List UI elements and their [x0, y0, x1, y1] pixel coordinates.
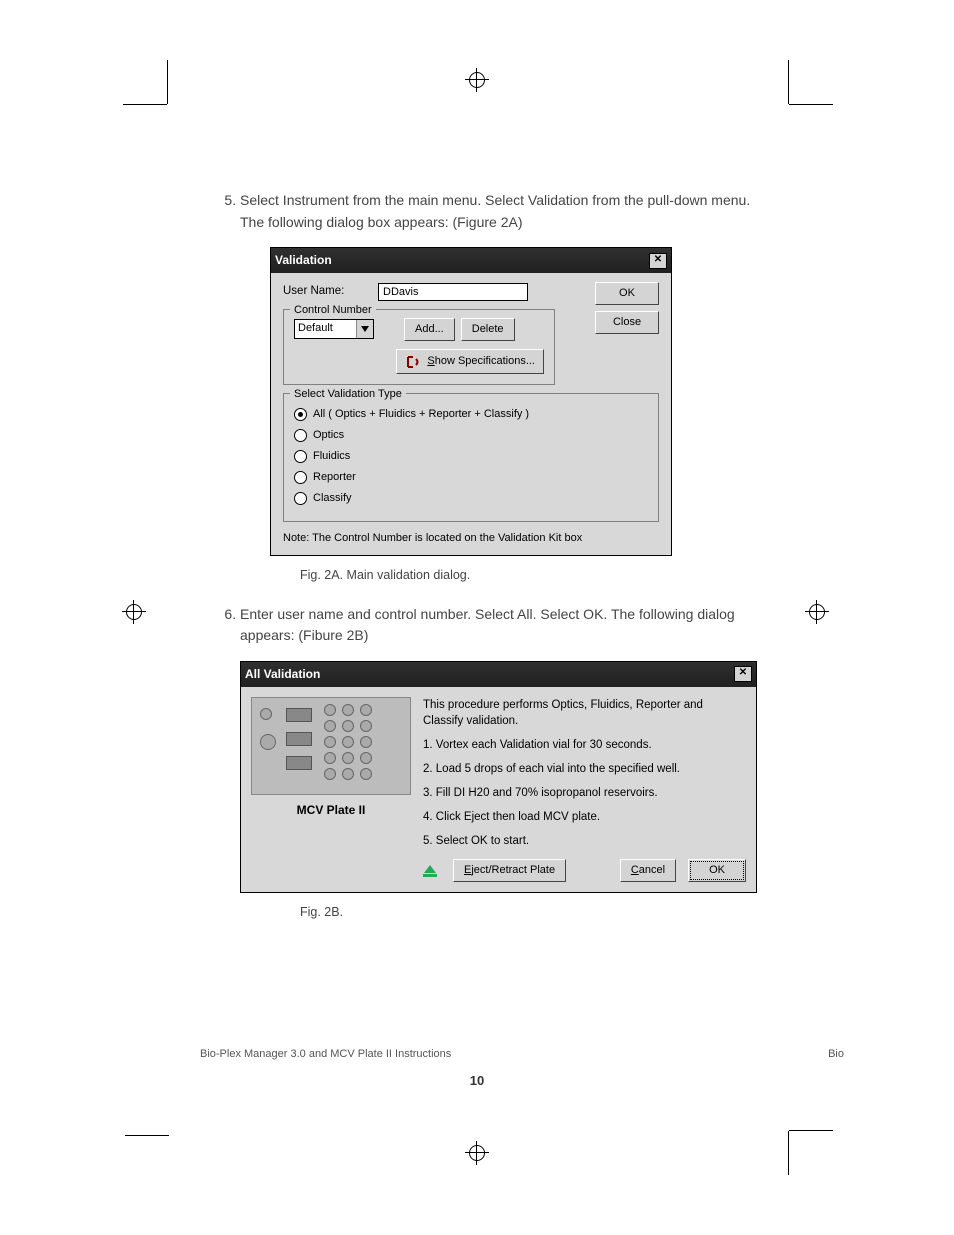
show-specifications-button[interactable]: Show Specifications...: [396, 349, 544, 374]
mcv-plate-image: [251, 697, 411, 795]
radio-reporter[interactable]: Reporter: [294, 469, 648, 486]
radio-optics[interactable]: Optics: [294, 427, 648, 444]
fig-2a-caption: Fig. 2A. Main validation dialog.: [300, 566, 760, 585]
dialog1-title: Validation: [275, 251, 332, 270]
chevron-down-icon[interactable]: [356, 320, 373, 338]
close-button[interactable]: Close: [595, 311, 659, 334]
radio-fluidics[interactable]: Fluidics: [294, 448, 648, 465]
radio-icon: [294, 429, 307, 442]
dialog2-titlebar: All Validation ✕: [241, 662, 756, 687]
spec-icon: [405, 355, 421, 369]
radio-all[interactable]: All ( Optics + Fluidics + Reporter + Cla…: [294, 406, 648, 423]
eject-icon: [423, 865, 437, 877]
plate-label: MCV Plate II: [251, 801, 411, 820]
radio-icon: [294, 450, 307, 463]
control-number-value: Default: [295, 320, 356, 338]
dialog1-titlebar: Validation ✕: [271, 248, 671, 273]
radio-icon: [294, 408, 307, 421]
control-number-legend: Control Number: [290, 302, 376, 319]
step-6: Enter user name and control number. Sele…: [240, 604, 760, 923]
instr-step-2: 2. Load 5 drops of each vial into the sp…: [423, 761, 746, 777]
step5-text: Select Instrument from the main menu. Se…: [240, 192, 750, 230]
footer-text: Bio-Plex Manager 3.0 and MCV Plate II In…: [200, 1048, 451, 1060]
radio-icon: [294, 471, 307, 484]
validation-dialog: Validation ✕ User Name: DDavis OK Close …: [270, 247, 672, 556]
instr-step-4: 4. Click Eject then load MCV plate.: [423, 809, 746, 825]
instr-step-3: 3. Fill DI H20 and 70% isopropanol reser…: [423, 785, 746, 801]
close-icon[interactable]: ✕: [734, 666, 752, 682]
control-number-combo[interactable]: Default: [294, 319, 374, 339]
delete-button[interactable]: Delete: [461, 318, 515, 341]
instr-intro: This procedure performs Optics, Fluidics…: [423, 697, 746, 729]
instr-step-1: 1. Vortex each Validation vial for 30 se…: [423, 737, 746, 753]
control-number-note: Note: The Control Number is located on t…: [283, 530, 659, 547]
eject-retract-button[interactable]: Eject/Retract Plate: [453, 859, 566, 882]
footer-right-text: Bio: [828, 1048, 844, 1060]
step-5: Select Instrument from the main menu. Se…: [240, 190, 760, 586]
ok-button[interactable]: OK: [595, 282, 659, 305]
instr-step-5: 5. Select OK to start.: [423, 833, 746, 849]
user-name-label: User Name:: [283, 283, 378, 301]
dialog2-title: All Validation: [245, 665, 320, 684]
user-name-input[interactable]: DDavis: [378, 283, 528, 301]
close-icon[interactable]: ✕: [649, 253, 667, 269]
all-validation-dialog: All Validation ✕: [240, 661, 757, 893]
radio-classify[interactable]: Classify: [294, 490, 648, 507]
cancel-button[interactable]: Cancel: [620, 859, 676, 882]
ok-button[interactable]: OK: [688, 859, 746, 882]
validation-type-legend: Select Validation Type: [290, 386, 406, 403]
radio-icon: [294, 492, 307, 505]
step6-text: Enter user name and control number. Sele…: [240, 606, 735, 644]
show-spec-label: how Specifications...: [435, 355, 535, 367]
add-button[interactable]: Add...: [404, 318, 455, 341]
page-number: 10: [0, 1073, 954, 1088]
fig-2b-caption: Fig. 2B.: [300, 903, 760, 922]
